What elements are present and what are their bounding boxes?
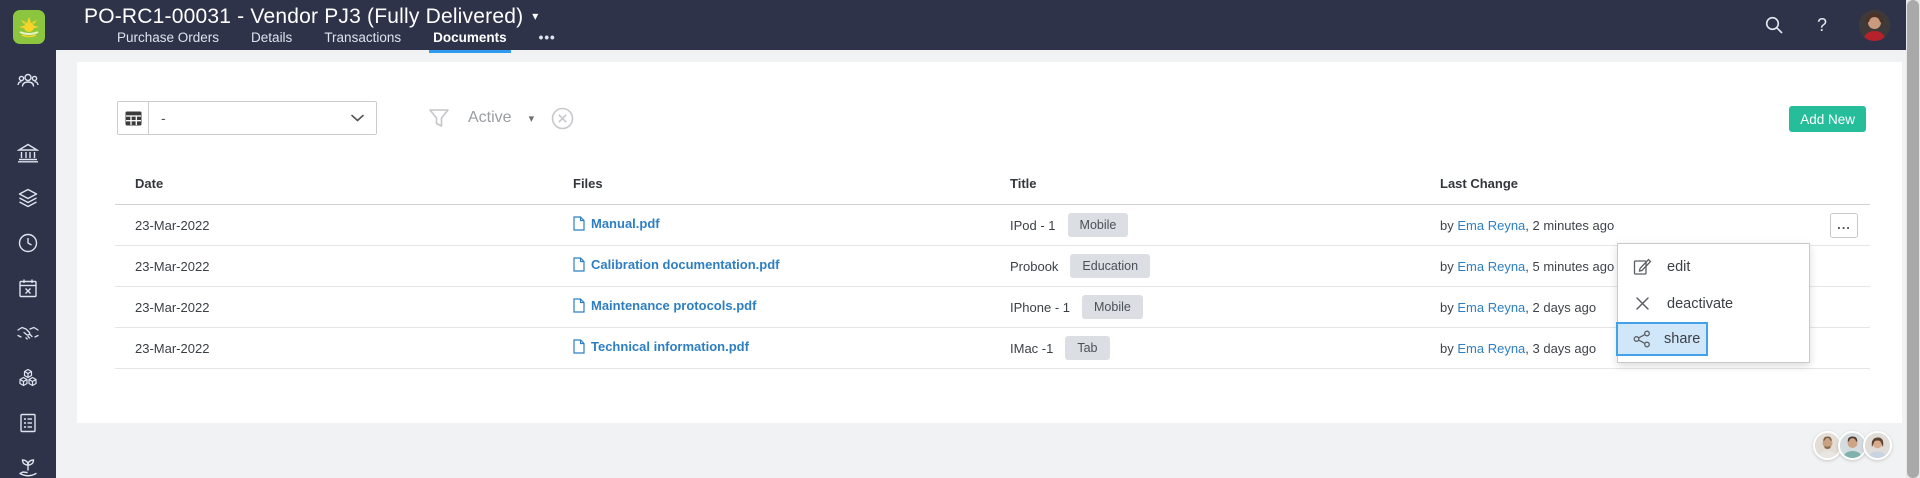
handshake-icon[interactable]	[17, 322, 39, 344]
tab-purchase-orders[interactable]: Purchase Orders	[113, 29, 223, 50]
column-header-title[interactable]: Title	[1010, 176, 1440, 191]
file-link[interactable]: Maintenance protocols.pdf	[573, 298, 756, 313]
pdf-file-icon	[573, 298, 585, 313]
table-row: 23-Mar-2022 Calibration documentation.pd…	[115, 246, 1870, 287]
add-new-button[interactable]: Add New	[1789, 106, 1866, 132]
cell-date: 23-Mar-2022	[135, 299, 210, 315]
help-icon[interactable]: ?	[1811, 14, 1833, 36]
filter-caret-icon[interactable]: ▾	[529, 112, 535, 125]
page-title-text: PO-RC1-00031 - Vendor PJ3 (Fully Deliver…	[84, 5, 524, 28]
row-actions-button[interactable]: ...	[1830, 212, 1858, 238]
column-header-date[interactable]: Date	[115, 176, 573, 191]
category-badge: Education	[1070, 254, 1151, 278]
user-link[interactable]: Ema Reyna	[1457, 300, 1525, 315]
collaborator-avatars	[1813, 431, 1892, 460]
users-icon[interactable]	[17, 70, 39, 92]
close-icon	[1633, 294, 1652, 313]
title-dropdown-caret: ▾	[532, 9, 539, 23]
collaborator-avatar[interactable]	[1863, 431, 1892, 460]
table-grid-icon	[125, 111, 141, 125]
tabs-overflow-button[interactable]: •••	[535, 29, 560, 50]
tab-transactions[interactable]: Transactions	[320, 29, 405, 50]
tab-bar: Purchase Orders Details Transactions Doc…	[113, 29, 560, 53]
tab-details[interactable]: Details	[247, 29, 296, 50]
table-header-row: Date Files Title Last Change	[115, 162, 1870, 205]
cell-title: IPhone - 1	[1010, 299, 1070, 315]
file-link[interactable]: Manual.pdf	[573, 216, 660, 231]
layers-icon[interactable]	[17, 187, 39, 209]
cell-date: 23-Mar-2022	[135, 340, 210, 356]
table-row: 23-Mar-2022 Manual.pdf IPod - 1 Mobile by…	[115, 205, 1870, 246]
page-title[interactable]: PO-RC1-00031 - Vendor PJ3 (Fully Deliver…	[84, 5, 539, 29]
pdf-file-icon	[573, 339, 585, 354]
scrollbar-thumb[interactable]	[1907, 0, 1919, 478]
header-actions: ?	[1763, 0, 1890, 50]
column-header-files[interactable]: Files	[573, 176, 1010, 191]
table-view-button[interactable]	[118, 102, 149, 134]
row-context-menu: edit deactivate share	[1616, 243, 1810, 363]
category-badge: Mobile	[1082, 295, 1143, 319]
file-link[interactable]: Technical information.pdf	[573, 339, 749, 354]
filter-zone: Active ▾	[427, 101, 574, 135]
menu-item-label: share	[1664, 331, 1701, 347]
category-badge: Tab	[1065, 336, 1110, 360]
user-link[interactable]: Ema Reyna	[1457, 218, 1525, 233]
share-icon	[1632, 330, 1651, 349]
cell-date: 23-Mar-2022	[135, 258, 210, 274]
clock-icon[interactable]	[17, 232, 39, 254]
calendar-x-icon[interactable]	[17, 277, 39, 299]
top-header: PO-RC1-00031 - Vendor PJ3 (Fully Deliver…	[0, 0, 1920, 53]
help-glyph: ?	[1816, 14, 1827, 35]
cell-title: Probook	[1010, 258, 1059, 274]
clear-filter-icon[interactable]	[551, 107, 574, 130]
cell-title: IPod - 1	[1010, 217, 1056, 233]
cell-last-change: by Ema Reyna, 2 minutes ago	[1440, 217, 1615, 233]
filter-status-label[interactable]: Active	[468, 109, 512, 127]
menu-item-label: deactivate	[1667, 295, 1734, 312]
left-sidebar	[0, 50, 56, 478]
file-link[interactable]: Calibration documentation.pdf	[573, 257, 780, 272]
bank-icon[interactable]	[17, 142, 39, 164]
cell-date: 23-Mar-2022	[135, 217, 210, 233]
pdf-file-icon	[573, 216, 585, 231]
table-row: 23-Mar-2022 Technical information.pdf IM…	[115, 328, 1870, 369]
app-window: PO-RC1-00031 - Vendor PJ3 (Fully Deliver…	[0, 0, 1920, 478]
cubes-icon[interactable]	[17, 367, 39, 389]
growth-icon[interactable]	[17, 457, 39, 478]
user-avatar[interactable]	[1859, 9, 1890, 41]
table-row: 23-Mar-2022 Maintenance protocols.pdf IP…	[115, 287, 1870, 328]
cell-title: IMac -1	[1010, 340, 1054, 356]
app-logo[interactable]	[13, 10, 45, 44]
column-header-last-change[interactable]: Last Change	[1440, 176, 1810, 191]
view-dropdown[interactable]: -	[149, 102, 376, 134]
chevron-down-icon	[351, 114, 364, 122]
menu-item-share[interactable]: share	[1616, 322, 1708, 356]
menu-item-edit[interactable]: edit	[1618, 248, 1809, 285]
checklist-icon[interactable]	[17, 412, 39, 434]
search-icon[interactable]	[1763, 14, 1785, 36]
vertical-scrollbar[interactable]	[1906, 0, 1920, 478]
view-selector: -	[117, 101, 377, 135]
pdf-file-icon	[573, 257, 585, 272]
user-link[interactable]: Ema Reyna	[1457, 259, 1525, 274]
edit-icon	[1633, 257, 1652, 276]
tab-documents[interactable]: Documents	[429, 29, 511, 53]
filter-funnel-icon[interactable]	[427, 106, 451, 130]
category-badge: Mobile	[1067, 213, 1129, 237]
documents-table: Date Files Title Last Change 23-Mar-2022…	[115, 162, 1870, 369]
sunrise-logo-icon	[19, 17, 39, 38]
view-dropdown-value: -	[161, 110, 166, 126]
menu-item-label: edit	[1667, 258, 1691, 275]
menu-item-deactivate[interactable]: deactivate	[1618, 285, 1809, 322]
user-link[interactable]: Ema Reyna	[1457, 341, 1525, 356]
